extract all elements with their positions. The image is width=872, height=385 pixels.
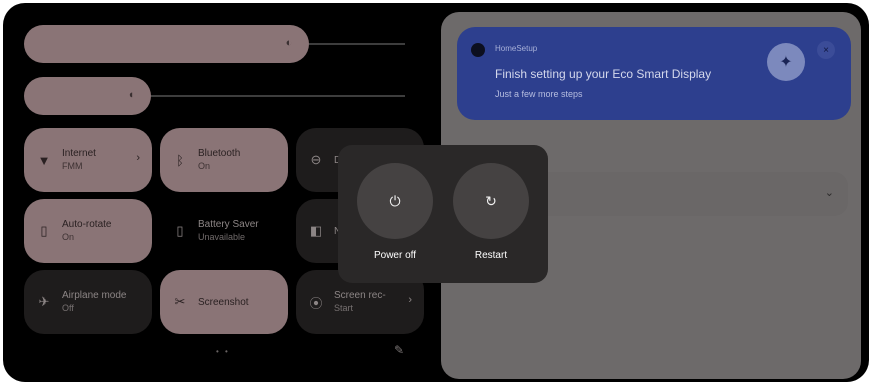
bluetooth-icon: ᛒ [176,152,184,168]
notification-app-name: HomeSetup [495,44,538,53]
brightness-track[interactable] [309,43,405,45]
notification-subtitle: Just a few more steps [495,89,583,99]
close-icon[interactable]: × [817,41,835,59]
tile-screenshot-title: Screenshot [198,296,249,308]
chevron-right-icon: › [136,152,140,164]
edit-pencil-icon[interactable]: ✎ [394,343,408,357]
power-menu: ⏻ Power off ↻ Restart [338,145,548,283]
chevron-down-icon: ⌄ [824,187,834,199]
tile-auto-rotate-title: Auto-rotate [62,219,112,230]
tile-screen-record-subtitle: Start [334,303,354,313]
tile-bluetooth-title: Bluetooth [198,148,241,159]
tile-bluetooth[interactable]: ᛒ Bluetooth On [160,128,288,192]
tile-screenshot[interactable]: ✂ Screenshot [160,270,288,334]
airplane-icon: ✈ [38,294,50,309]
restart-icon: ↻ [485,192,497,209]
tile-auto-rotate[interactable]: ▯ Auto-rotate On [24,199,152,263]
volume-track[interactable] [151,95,405,97]
tile-auto-rotate-subtitle: On [62,232,75,242]
volume-icon: ◖ [127,89,135,101]
wifi-icon: ▼ [37,152,51,168]
tile-airplane-subtitle: Off [62,303,74,313]
tile-battery-saver-title: Battery Saver [198,219,259,230]
tile-battery-saver[interactable]: ▯ Battery Saver Unavailable [160,199,288,263]
magic-wand-icon: ✦ [767,43,805,81]
page-indicator: • • [216,347,230,356]
volume-slider[interactable]: ◖ [24,77,151,115]
tile-internet-subtitle: FMM [62,161,83,171]
screenshot-icon: ✂ [174,294,186,309]
tile-airplane-title: Airplane mode [62,290,127,301]
power-off-button[interactable]: ⏻ [357,163,433,239]
power-off-label: Power off [373,250,417,261]
power-icon: ⏻ [389,192,401,209]
notification-title: Finish setting up your Eco Smart Display [495,67,712,81]
tile-airplane-mode[interactable]: ✈ Airplane mode Off [24,270,152,334]
screen-record-icon: ⦿ [309,295,323,311]
dnd-icon: ⊖ [310,152,322,167]
tile-bluetooth-subtitle: On [198,161,211,171]
tile-internet-title: Internet [62,148,96,159]
restart-button[interactable]: ↻ [453,163,529,239]
notification-card[interactable]: HomeSetup Finish setting up your Eco Sma… [457,27,851,120]
brightness-slider[interactable]: ◐ [24,25,309,63]
app-icon [471,43,485,57]
battery-icon: ▯ [176,223,184,238]
night-icon: ◧ [309,223,323,238]
tile-battery-saver-subtitle: Unavailable [198,232,246,242]
chevron-right-icon: › [408,294,412,306]
brightness-icon: ◐ [285,37,293,49]
rotate-icon: ▯ [40,223,48,238]
tile-screen-record-title: Screen rec- [334,290,386,301]
restart-label: Restart [474,250,508,261]
tile-internet[interactable]: ▼ Internet FMM › [24,128,152,192]
